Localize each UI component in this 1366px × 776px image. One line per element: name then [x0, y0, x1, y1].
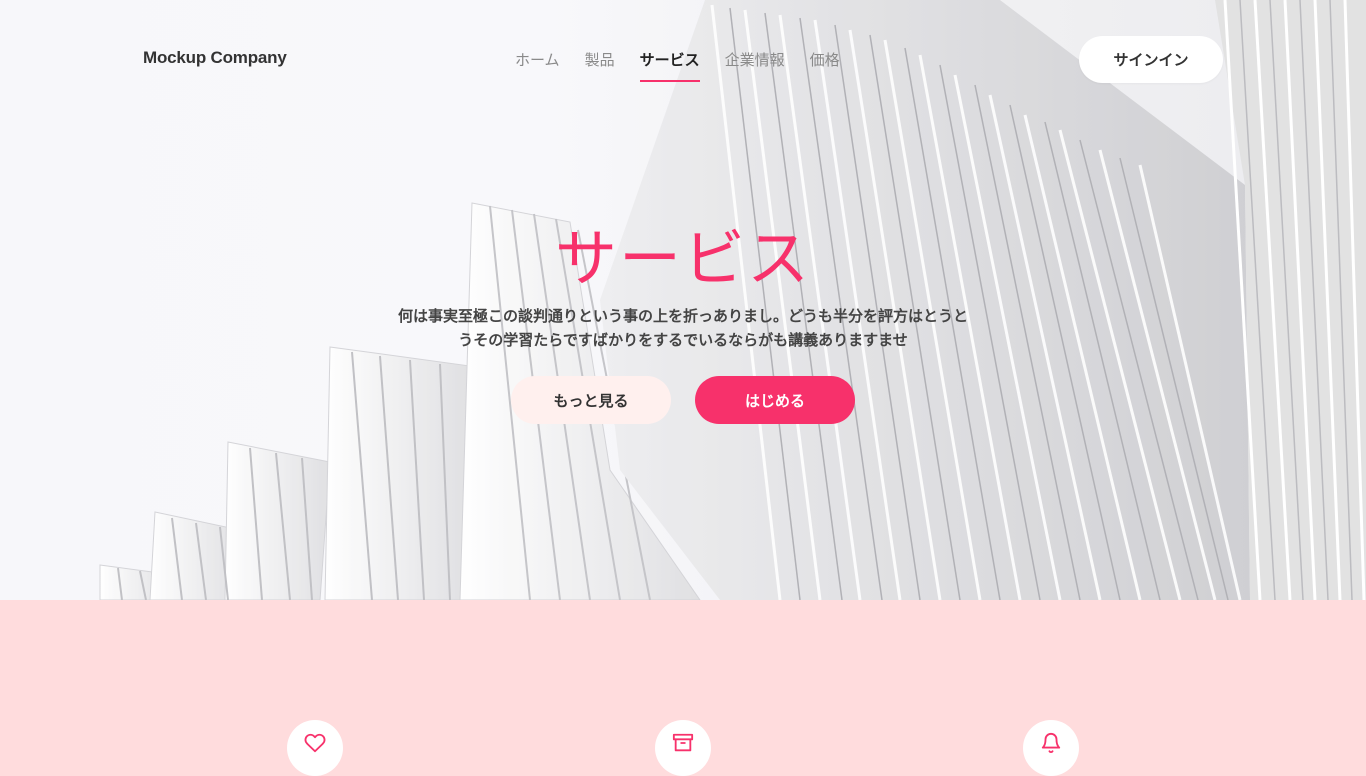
hero-architecture-image [0, 0, 1366, 600]
main-nav: ホーム 製品 サービス 企業情報 価格 [515, 49, 840, 82]
heart-icon [304, 733, 326, 753]
nav-item-products[interactable]: 製品 [585, 49, 615, 70]
nav-item-pricing[interactable]: 価格 [810, 49, 840, 70]
archive-icon [672, 733, 694, 752]
nav-item-services[interactable]: サービス [639, 49, 700, 82]
nav-item-home[interactable]: ホーム [515, 49, 560, 70]
more-button[interactable]: もっと見る [511, 376, 671, 424]
hero-title: サービス [554, 222, 811, 295]
brand-logo[interactable]: Mockup Company [143, 48, 287, 68]
bell-icon [1041, 733, 1061, 754]
hero-description: 何は事実至極この談判通りという事の上を折っありまし。どうも半分を評方はとうとうそ… [397, 307, 968, 349]
signin-button[interactable]: サインイン [1079, 36, 1223, 83]
nav-item-company[interactable]: 企業情報 [725, 49, 785, 70]
hero-section: Mockup Company ホーム 製品 サービス 企業情報 価格 サインイン… [0, 0, 1366, 600]
get-started-button[interactable]: はじめる [695, 376, 855, 424]
